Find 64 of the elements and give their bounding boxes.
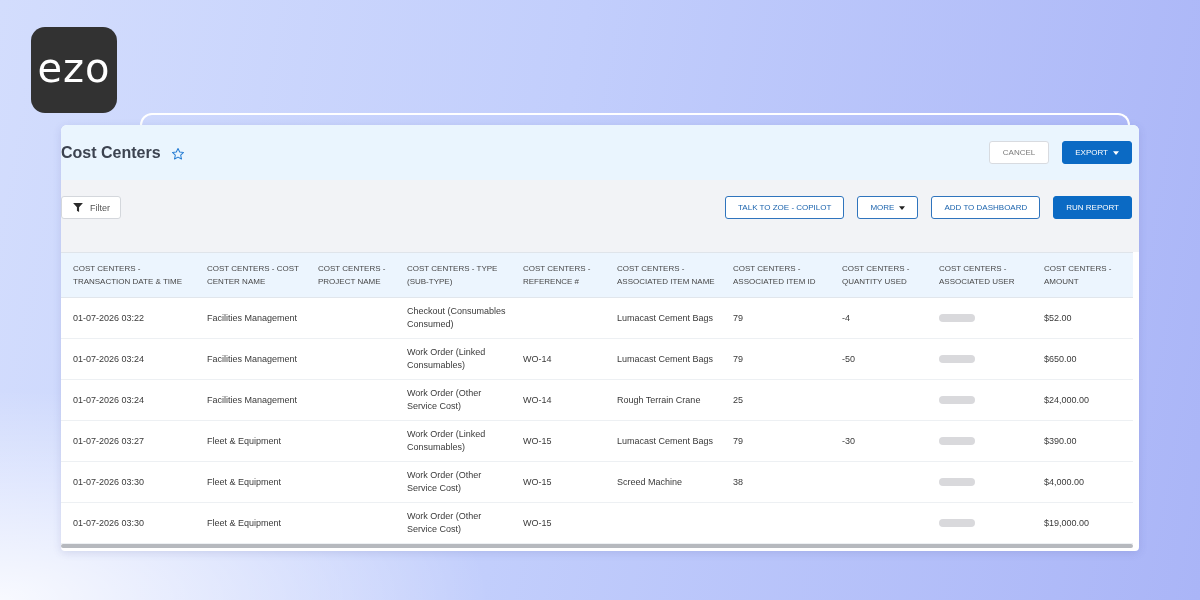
column-header[interactable]: COST CENTERS - PROJECT NAME [306, 252, 395, 298]
table-cell: $52.00 [1032, 297, 1133, 339]
column-header[interactable]: COST CENTERS - QUANTITY USED [830, 252, 927, 298]
filter-icon [73, 203, 83, 212]
table-cell: 01-07-2026 03:24 [61, 338, 195, 380]
column-header[interactable]: COST CENTERS - TRANSACTION DATE & TIME [61, 252, 195, 298]
table-cell: WO-15 [511, 461, 605, 503]
report-title: Cost Centers [61, 143, 161, 162]
table-cell: Fleet & Equipment [195, 502, 306, 544]
table-cell: Lumacast Cement Bags [605, 338, 721, 380]
table-cell: 38 [721, 461, 830, 503]
add-to-dashboard-button[interactable]: ADD TO DASHBOARD [931, 196, 1041, 219]
table-cell: 79 [721, 338, 830, 380]
table-cell: Facilities Management [195, 297, 306, 339]
table-cell: Work Order (Other Service Cost) [395, 379, 511, 421]
column-header[interactable]: COST CENTERS - TYPE (SUB-TYPE) [395, 252, 511, 298]
table-cell: $650.00 [1032, 338, 1133, 380]
table-cell: Fleet & Equipment [195, 420, 306, 462]
table-cell: WO-15 [511, 502, 605, 544]
table-cell: Facilities Management [195, 379, 306, 421]
table-cell: $19,000.00 [1032, 502, 1133, 544]
table-cell: $4,000.00 [1032, 461, 1133, 503]
table-cell: 01-07-2026 03:30 [61, 502, 195, 544]
table-cell: Facilities Management [195, 338, 306, 380]
table-cell: Work Order (Linked Consumables) [395, 338, 511, 380]
table-cell: WO-15 [511, 420, 605, 462]
table-cell: Work Order (Other Service Cost) [395, 502, 511, 544]
table-cell: Screed Machine [605, 461, 721, 503]
table-cell: Fleet & Equipment [195, 461, 306, 503]
more-button[interactable]: MORE [857, 196, 919, 219]
column-header[interactable]: COST CENTERS - AMOUNT [1032, 252, 1133, 298]
star-icon[interactable] [170, 147, 185, 161]
column-header[interactable]: COST CENTERS - REFERENCE # [511, 252, 605, 298]
table-cell: 25 [721, 379, 830, 421]
table-cell: Lumacast Cement Bags [605, 297, 721, 339]
table-cell: -30 [830, 420, 927, 462]
table-cell: 01-07-2026 03:30 [61, 461, 195, 503]
copilot-button[interactable]: TALK TO ZOE - COPILOT [725, 196, 845, 219]
table-cell: 79 [721, 297, 830, 339]
cancel-button[interactable]: CANCEL [988, 141, 1050, 164]
table-cell: $390.00 [1032, 420, 1133, 462]
export-button[interactable]: EXPORT [1062, 141, 1132, 164]
logo: ezo [31, 27, 117, 113]
table-cell: Checkout (Consumables Consumed) [395, 297, 511, 339]
horizontal-scrollbar[interactable] [61, 544, 1133, 548]
table-cell: 01-07-2026 03:22 [61, 297, 195, 339]
column-header[interactable]: COST CENTERS - ASSOCIATED ITEM ID [721, 252, 830, 298]
column-header[interactable]: COST CENTERS - COST CENTER NAME [195, 252, 306, 298]
table-cell: WO-14 [511, 338, 605, 380]
table-cell: -4 [830, 297, 927, 339]
table-cell: Work Order (Linked Consumables) [395, 420, 511, 462]
table-cell: 79 [721, 420, 830, 462]
table-cell: WO-14 [511, 379, 605, 421]
table-cell: 01-07-2026 03:27 [61, 420, 195, 462]
table-cell: Lumacast Cement Bags [605, 420, 721, 462]
column-header[interactable]: COST CENTERS - ASSOCIATED ITEM NAME [605, 252, 721, 298]
filter-button[interactable]: Filter [61, 196, 121, 219]
table-cell: Work Order (Other Service Cost) [395, 461, 511, 503]
table-cell: $24,000.00 [1032, 379, 1133, 421]
table-cell: 01-07-2026 03:24 [61, 379, 195, 421]
column-header[interactable]: COST CENTERS - ASSOCIATED USER [927, 252, 1032, 298]
table-cell: Rough Terrain Crane [605, 379, 721, 421]
table-cell: -50 [830, 338, 927, 380]
run-report-button[interactable]: RUN REPORT [1053, 196, 1132, 219]
